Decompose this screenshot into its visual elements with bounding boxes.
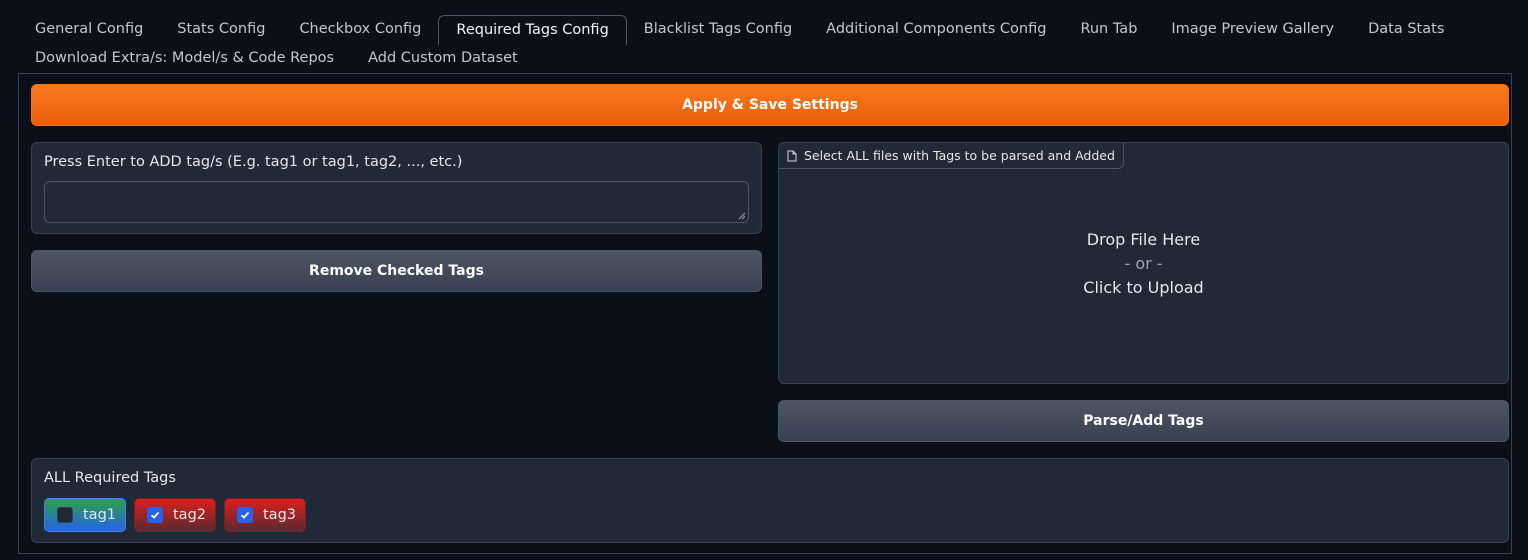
tab-general-config[interactable]: General Config <box>18 15 160 44</box>
resize-grip-icon[interactable] <box>738 212 746 220</box>
tab-run[interactable]: Run Tab <box>1063 15 1154 44</box>
tab-additional-components-config[interactable]: Additional Components Config <box>809 15 1063 44</box>
apply-save-settings-button[interactable]: Apply & Save Settings <box>31 84 1509 126</box>
file-upload-label-text: Select ALL files with Tags to be parsed … <box>804 148 1115 163</box>
file-upload-label: Select ALL files with Tags to be parsed … <box>779 143 1124 169</box>
tag-chip-tag3[interactable]: tag3 <box>224 498 306 532</box>
tab-row-2: Download Extra/s: Model/s & Code Repos A… <box>18 44 1510 73</box>
file-upload-dropzone[interactable]: Select ALL files with Tags to be parsed … <box>778 142 1509 384</box>
tab-row-1: General Config Stats Config Checkbox Con… <box>18 15 1510 45</box>
tag2-label: tag2 <box>173 507 207 523</box>
tab-required-tags-config[interactable]: Required Tags Config <box>438 15 627 45</box>
tag-input-group: Press Enter to ADD tag/s (E.g. tag1 or t… <box>31 142 762 234</box>
remove-checked-tags-button[interactable]: Remove Checked Tags <box>31 250 762 292</box>
tag-input-field[interactable] <box>44 181 749 223</box>
tab-add-custom-dataset[interactable]: Add Custom Dataset <box>351 44 535 73</box>
tab-download-extras[interactable]: Download Extra/s: Model/s & Code Repos <box>18 44 351 73</box>
tag1-checkbox[interactable] <box>57 507 73 523</box>
file-icon <box>787 150 797 161</box>
required-tags-label: ALL Required Tags <box>44 470 176 486</box>
parse-add-tags-button[interactable]: Parse/Add Tags <box>778 400 1509 442</box>
tab-blacklist-tags-config[interactable]: Blacklist Tags Config <box>627 15 809 44</box>
tag-chip-tag1[interactable]: tag1 <box>44 498 126 532</box>
tab-image-preview-gallery[interactable]: Image Preview Gallery <box>1154 15 1351 44</box>
checkmark-icon <box>240 511 250 519</box>
tag-chip-tag2[interactable]: tag2 <box>134 498 216 532</box>
required-tags-group: ALL Required Tags tag1 tag2 tag3 <box>31 458 1509 543</box>
tab-bar: General Config Stats Config Checkbox Con… <box>18 15 1510 73</box>
tag3-checkbox[interactable] <box>237 507 253 523</box>
or-text: - or - <box>1124 254 1163 273</box>
click-to-upload-text: Click to Upload <box>1083 278 1204 297</box>
tab-checkbox-config[interactable]: Checkbox Config <box>282 15 438 44</box>
drop-file-text: Drop File Here <box>1086 230 1201 249</box>
tag2-checkbox[interactable] <box>147 507 163 523</box>
tag3-label: tag3 <box>263 507 297 523</box>
checkmark-icon <box>150 511 160 519</box>
tag1-label: tag1 <box>83 507 117 523</box>
tag-input-label: Press Enter to ADD tag/s (E.g. tag1 or t… <box>44 154 463 170</box>
tab-data-stats[interactable]: Data Stats <box>1351 15 1461 44</box>
tab-stats-config[interactable]: Stats Config <box>160 15 282 44</box>
